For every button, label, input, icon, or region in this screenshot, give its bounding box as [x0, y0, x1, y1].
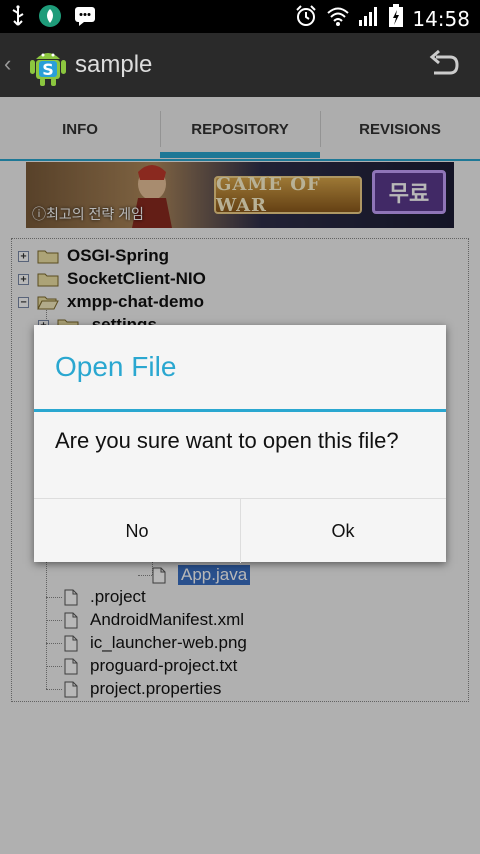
ok-button[interactable]: Ok — [240, 499, 446, 563]
undo-icon[interactable] — [428, 49, 460, 84]
message-icon — [74, 5, 96, 32]
action-bar: ‹ S sample — [0, 33, 480, 97]
status-time: 14:58 — [412, 6, 470, 31]
chevron-left-icon[interactable]: ‹ — [4, 51, 11, 77]
no-button[interactable]: No — [34, 499, 240, 563]
dialog-title: Open File — [55, 351, 177, 382]
dialog-button-bar: No Ok — [34, 498, 446, 563]
alarm-icon — [294, 4, 318, 33]
dialog-title-divider — [34, 409, 446, 412]
status-bar: 14:58 — [0, 0, 480, 33]
signal-icon — [358, 5, 380, 32]
svg-text:S: S — [42, 60, 54, 79]
app-title: sample — [75, 51, 153, 78]
app-logo[interactable]: S — [28, 45, 68, 87]
dialog-message: Are you sure want to open this file? — [55, 428, 399, 453]
usb-icon — [10, 5, 26, 32]
open-file-dialog: Open File Are you sure want to open this… — [34, 325, 446, 563]
battery-charging-icon — [388, 4, 404, 33]
wifi-icon — [326, 5, 350, 32]
app-notification-icon — [38, 4, 62, 33]
